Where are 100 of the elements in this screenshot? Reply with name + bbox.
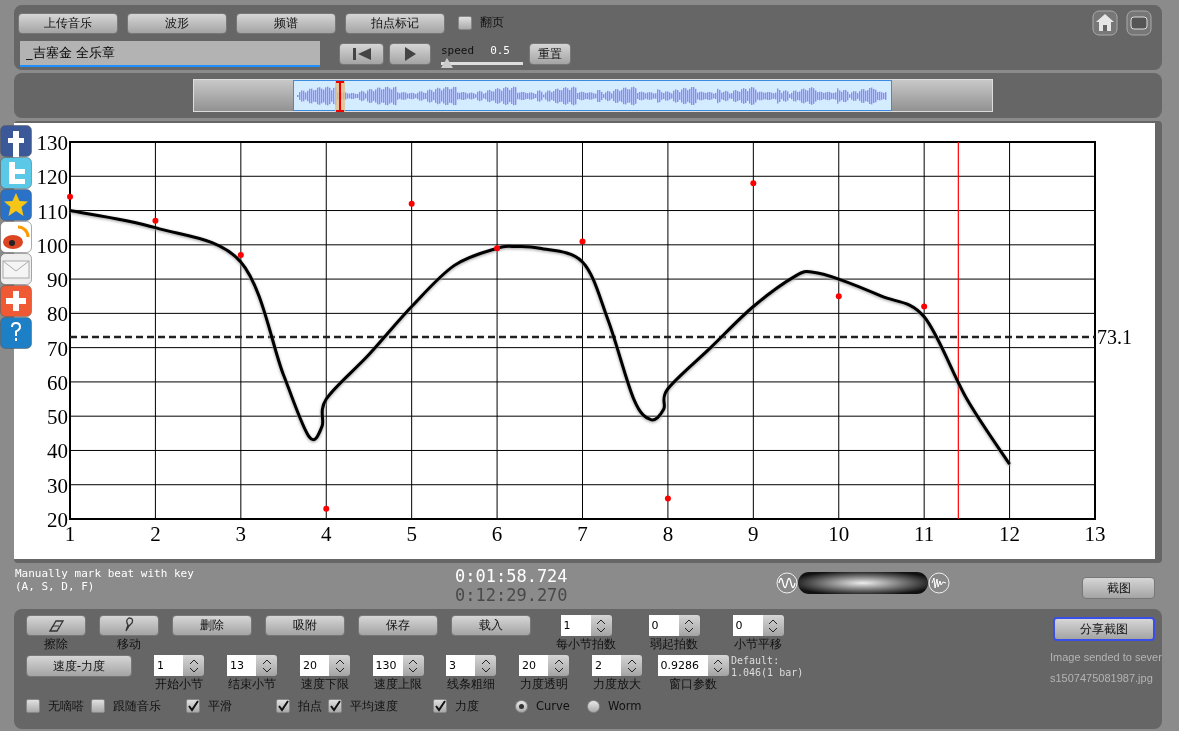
- up-down-arrows-icon: [261, 658, 272, 673]
- share-icon[interactable]: [0, 125, 32, 157]
- checkbox[interactable]: [276, 699, 290, 714]
- x-tick-label: 2: [150, 522, 161, 546]
- y-tick-label: 60: [47, 370, 68, 395]
- stepper-button[interactable]: [329, 655, 350, 677]
- play-button[interactable]: [389, 43, 431, 65]
- share-button[interactable]: 分享截图: [1053, 617, 1155, 641]
- number-field[interactable]: 130: [372, 655, 403, 677]
- checkbox-label: 平均速度: [350, 697, 398, 715]
- y-tick-label: 50: [47, 405, 68, 430]
- number-field[interactable]: 0: [732, 615, 763, 636]
- x-tick-label: 8: [662, 522, 674, 546]
- stepper-button[interactable]: [678, 615, 700, 636]
- up-down-arrows-icon: [626, 658, 637, 673]
- previous-button[interactable]: [339, 43, 384, 65]
- stepper-button[interactable]: [402, 655, 424, 677]
- tool-button[interactable]: [26, 615, 86, 636]
- checkbox[interactable]: [186, 699, 200, 714]
- number-field[interactable]: 2: [592, 655, 621, 677]
- field-label: 开始小节: [155, 676, 203, 694]
- beat-point: [67, 193, 73, 200]
- up-down-arrows-icon: [408, 658, 418, 673]
- checkbox[interactable]: [26, 699, 40, 714]
- toolbar-button[interactable]: 拍点标记: [345, 12, 445, 34]
- number-field[interactable]: 20: [300, 655, 329, 677]
- checkbox-label: 翻页: [480, 14, 504, 32]
- number-field[interactable]: 0: [648, 615, 679, 636]
- stepper-button[interactable]: [183, 655, 204, 677]
- jog-wheel[interactable]: [798, 572, 928, 594]
- slider-thumb[interactable]: [441, 57, 453, 68]
- status-text: s1507475081987.jpg: [1050, 671, 1154, 686]
- up-down-arrows-icon: [480, 658, 491, 673]
- beat-point: [408, 200, 415, 207]
- checkbox[interactable]: [328, 699, 342, 714]
- title-field[interactable]: _吉塞金 全乐章: [20, 41, 320, 67]
- toolbar-button[interactable]: 波形: [127, 12, 227, 34]
- number-field[interactable]: 3: [446, 655, 475, 677]
- checkbox-label: 拍点: [298, 697, 322, 715]
- stepper-button[interactable]: [256, 655, 277, 677]
- playhead-marker[interactable]: [335, 81, 345, 112]
- stepper-button[interactable]: [590, 615, 612, 636]
- home-icon[interactable]: [1092, 10, 1118, 36]
- stepper-button[interactable]: [475, 655, 496, 677]
- y-tick-label: 30: [47, 473, 68, 498]
- hint-text: (A, S, D, F): [15, 580, 96, 593]
- radio-label: Worm: [608, 697, 642, 715]
- checkbox[interactable]: [433, 699, 447, 714]
- number-field[interactable]: 13: [227, 655, 256, 677]
- time-display: 0:12:29.270: [455, 586, 569, 605]
- field-label: 小节平移: [734, 636, 782, 653]
- action-button[interactable]: 删除: [172, 615, 252, 636]
- field-label: 力度透明: [520, 676, 568, 694]
- checkbox[interactable]: [458, 16, 472, 30]
- waveform-icon[interactable]: [928, 572, 950, 594]
- mode-button[interactable]: 速度-力度: [26, 655, 132, 678]
- fullscreen-icon[interactable]: [1126, 10, 1152, 36]
- field-label: 窗口参数: [669, 676, 717, 694]
- time-display: 0:01:58.724: [455, 567, 569, 586]
- toolbar-button[interactable]: 上传音乐: [18, 12, 118, 34]
- share-icon[interactable]: [0, 221, 32, 253]
- eraser-icon: [46, 617, 66, 634]
- y-tick-label: 110: [37, 199, 68, 224]
- action-button[interactable]: 载入: [451, 615, 531, 636]
- sine-wave-icon[interactable]: [776, 572, 798, 594]
- action-button[interactable]: 吸附: [265, 615, 345, 636]
- up-down-arrows-icon: [768, 618, 778, 633]
- y-tick-label: 120: [36, 165, 68, 190]
- reset-button[interactable]: 重置: [529, 43, 571, 65]
- radio-button[interactable]: [587, 699, 600, 713]
- beat-point: [921, 303, 928, 310]
- checkbox[interactable]: [91, 699, 105, 714]
- waveform[interactable]: [293, 80, 892, 111]
- x-tick-label: 12: [999, 522, 1021, 546]
- up-down-arrows-icon: [553, 658, 564, 673]
- checkbox-label: 力度: [455, 697, 479, 715]
- field-label: 速度下限: [301, 676, 349, 694]
- help-icon[interactable]: [0, 317, 32, 349]
- number-field[interactable]: 1: [154, 655, 183, 677]
- number-field[interactable]: 1: [560, 615, 591, 636]
- number-field[interactable]: 20: [519, 655, 548, 677]
- stepper-button[interactable]: [762, 615, 784, 636]
- stepper-button[interactable]: [621, 655, 642, 677]
- y-tick-label: 40: [47, 439, 68, 464]
- stepper-button[interactable]: [707, 655, 729, 677]
- x-tick-label: 9: [748, 522, 759, 546]
- waveform-track[interactable]: [193, 79, 993, 112]
- field-label: 每小节拍数: [556, 636, 616, 653]
- tool-button[interactable]: [99, 615, 159, 636]
- plus-icon[interactable]: [0, 285, 32, 317]
- number-field[interactable]: 0.9286: [657, 655, 708, 677]
- checkbox-label: 平滑: [208, 697, 232, 715]
- speed-value: 0.5: [490, 43, 510, 57]
- field-label: 线条粗细: [447, 676, 495, 694]
- toolbar-button[interactable]: 频谱: [236, 12, 336, 34]
- x-tick-label: 10: [828, 522, 850, 546]
- stepper-button[interactable]: [548, 655, 569, 677]
- radio-button[interactable]: [515, 699, 528, 713]
- action-button[interactable]: 保存: [358, 615, 438, 636]
- screenshot-button[interactable]: 截图: [1082, 577, 1155, 599]
